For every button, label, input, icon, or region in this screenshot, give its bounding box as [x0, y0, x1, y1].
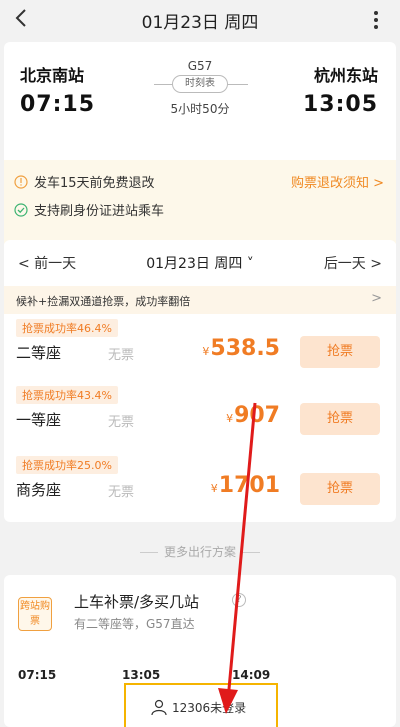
currency-symbol: ¥	[226, 412, 234, 425]
divider-right	[226, 84, 248, 85]
divider	[139, 552, 158, 553]
grab-ticket-button[interactable]: 抢票	[300, 473, 380, 505]
success-rate-badge: 抢票成功率46.4%	[16, 319, 118, 337]
segment-time: 13:05	[122, 668, 161, 682]
price-value: 538.5	[210, 336, 280, 361]
train-info-card: 北京南站 杭州东站 07:15 13:05 G57 时刻表 5小时50分 发车1…	[4, 42, 396, 258]
train-number: G57	[187, 59, 213, 73]
divider	[242, 552, 260, 553]
login-bar[interactable]: 12306未登录	[124, 683, 278, 727]
seat-row-business-class: 抢票成功率25.0% 商务座 无票 ¥1701 抢票	[4, 455, 396, 515]
refund-notice-text: 发车15天前免费退改	[34, 176, 155, 191]
page-title: 01月23日 周四	[141, 13, 259, 33]
seat-name: 二等座	[16, 344, 62, 362]
seat-price: ¥538.5	[202, 336, 280, 361]
chevron-right-icon: >	[371, 291, 382, 306]
date-navigation: < 前一天 01月23日 周四 ˅ 后一天 >	[4, 240, 396, 284]
seat-row-first-class: 抢票成功率43.4% 一等座 无票 ¥907 抢票	[4, 385, 396, 445]
currency-symbol: ¥	[210, 482, 218, 495]
refund-notice: 发车15天前免费退改	[14, 172, 155, 191]
top-bar: 01月23日 周四	[0, 0, 400, 40]
seat-price: ¥907	[226, 403, 280, 428]
grab-ticket-button[interactable]: 抢票	[300, 336, 380, 368]
price-value: 1701	[218, 473, 280, 498]
ticket-status: 无票	[108, 415, 135, 430]
id-card-notice-text: 支持刷身份证进站乘车	[34, 204, 165, 219]
check-circle-icon	[14, 202, 28, 217]
promo-text: 候补+捡漏双通道抢票，成功率翻倍	[16, 295, 191, 308]
seat-card: < 前一天 01月23日 周四 ˅ 后一天 > 候补+捡漏双通道抢票，成功率翻倍…	[4, 240, 396, 522]
more-plans-title: 更多出行方案	[163, 545, 236, 559]
grab-ticket-button[interactable]: 抢票	[300, 403, 380, 435]
success-rate-badge: 抢票成功率25.0%	[16, 456, 118, 474]
help-icon[interactable]: ?	[232, 593, 246, 607]
info-icon	[14, 174, 28, 189]
cross-station-badge: 跨站购票	[18, 597, 52, 631]
more-plans-heading: 更多出行方案	[0, 543, 400, 560]
user-icon	[151, 699, 167, 716]
login-status: 12306未登录	[172, 701, 247, 715]
seat-row-second-class: 抢票成功率46.4% 二等座 无票 ¥538.5 抢票	[4, 318, 396, 378]
notice-box: 发车15天前免费退改 购票退改须知 > 支持刷身份证进站乘车	[4, 160, 396, 248]
seat-price: ¥1701	[211, 473, 280, 498]
trip-duration: 5小时50分	[170, 102, 230, 116]
segment-time: 14:09	[232, 668, 271, 682]
ticket-status: 无票	[108, 348, 135, 363]
success-rate-badge: 抢票成功率43.4%	[16, 386, 118, 404]
ticket-rules-link[interactable]: 购票退改须知 >	[291, 172, 384, 191]
more-icon[interactable]	[362, 6, 390, 34]
price-value: 907	[234, 403, 280, 428]
seat-name: 一等座	[16, 411, 62, 429]
divider-left	[154, 84, 174, 85]
plan-title: 上车补票/多买几站	[74, 593, 200, 611]
id-card-notice: 支持刷身份证进站乘车	[14, 200, 164, 219]
next-day-button[interactable]: 后一天 >	[324, 253, 382, 273]
promo-banner[interactable]: 候补+捡漏双通道抢票，成功率翻倍 >	[4, 286, 396, 314]
plan-subtitle: 有二等座等，G57直达	[74, 617, 195, 631]
seat-name: 商务座	[16, 481, 62, 499]
timetable-button[interactable]: 时刻表	[172, 75, 228, 93]
ticket-status: 无票	[108, 485, 135, 500]
currency-symbol: ¥	[202, 345, 210, 358]
segment-time: 07:15	[18, 668, 57, 682]
